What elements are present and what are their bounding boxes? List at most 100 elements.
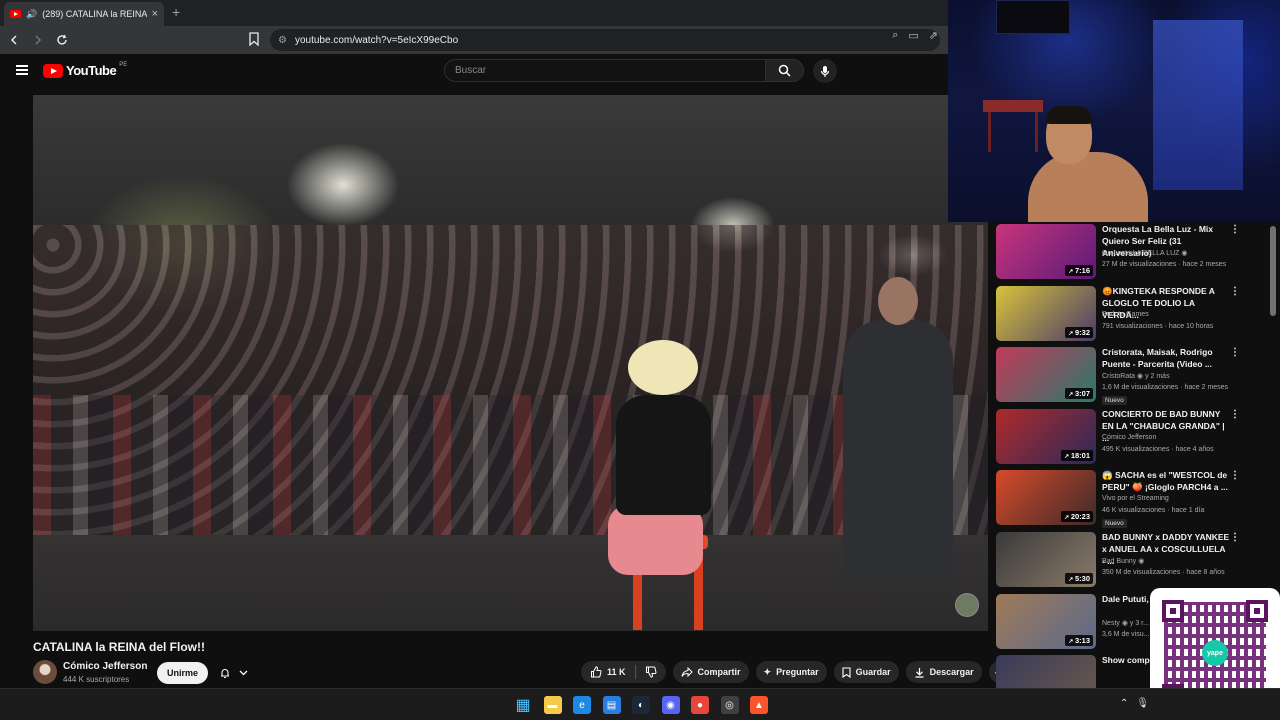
chevron-up-icon[interactable]: ⌃ bbox=[1120, 698, 1128, 709]
sidebar-scrollbar[interactable] bbox=[1270, 226, 1276, 316]
like-button[interactable]: 11 K bbox=[581, 661, 635, 683]
like-count: 11 K bbox=[607, 667, 626, 677]
kebab-menu-icon[interactable]: ⋮ bbox=[1230, 532, 1240, 543]
search-placeholder: Buscar bbox=[455, 65, 487, 76]
recommendation-meta: 27 M de visualizaciones · hace 2 meses bbox=[1102, 261, 1227, 268]
video-performer-legs bbox=[608, 505, 703, 575]
recommendation-thumbnail[interactable]: 7:16 bbox=[996, 224, 1096, 279]
new-badge: Nuevo bbox=[1102, 396, 1127, 406]
recommendation-meta: 350 M de visualizaciones · hace 8 años bbox=[1102, 568, 1225, 576]
store-icon[interactable]: ▤ bbox=[602, 696, 621, 714]
recommendation-thumbnail[interactable]: 5:30 bbox=[996, 531, 1096, 587]
join-button[interactable]: Unirme bbox=[157, 662, 209, 684]
chrome-icon[interactable]: ● bbox=[691, 696, 709, 714]
channel-name[interactable]: Cómico Jefferson bbox=[63, 661, 147, 672]
new-tab-button[interactable]: + bbox=[172, 4, 180, 20]
channel-avatar[interactable] bbox=[33, 660, 57, 684]
browser-tab[interactable]: 🔊 (289) CATALINA la REINA del Flow!! × bbox=[4, 2, 164, 26]
file-explorer-icon[interactable]: ▬ bbox=[543, 696, 562, 714]
windows-start-icon[interactable]: ▦ bbox=[514, 696, 532, 714]
recommendation-item[interactable]: 18:01CONCIERTO DE BAD BUNNY EN LA "CHABU… bbox=[996, 407, 1268, 469]
address-bar-actions: ⌕ ▭ ⇗ bbox=[892, 29, 938, 42]
recommendation-meta: 791 visualizaciones · hace 10 horas bbox=[1102, 322, 1214, 330]
brave-icon[interactable]: ▲ bbox=[750, 696, 768, 714]
ask-button[interactable]: ✦ Preguntar bbox=[755, 661, 827, 683]
youtube-header: YouTube PE Buscar bbox=[0, 54, 948, 88]
recommendation-thumbnail[interactable]: 18:01 bbox=[996, 408, 1096, 464]
video-duration: 9:32 bbox=[1065, 326, 1093, 338]
notifications-button[interactable] bbox=[210, 662, 256, 684]
recommendation-item[interactable]: 9:32😡KINGTEKA RESPONDE A GLOGLO TE DOLIO… bbox=[996, 284, 1268, 346]
recommendation-thumbnail[interactable]: 9:32 bbox=[996, 285, 1096, 341]
kebab-menu-icon[interactable]: ⋮ bbox=[1230, 286, 1240, 297]
channel-watermark[interactable] bbox=[955, 593, 979, 617]
recommendation-thumbnail[interactable]: 20:23 bbox=[996, 470, 1096, 526]
share-label: Compartir bbox=[697, 667, 741, 677]
webcam-overlay bbox=[948, 0, 1280, 222]
bookmark-icon[interactable] bbox=[247, 31, 261, 47]
video-duration: 3:13 bbox=[1065, 634, 1093, 646]
webcam-person bbox=[1028, 152, 1148, 222]
recommendation-channel[interactable]: Nesty ◉ y 3 r... bbox=[1102, 619, 1149, 627]
video-duration: 18:01 bbox=[1061, 449, 1093, 461]
voice-search-button[interactable] bbox=[813, 59, 837, 83]
kebab-menu-icon[interactable]: ⋮ bbox=[1230, 224, 1240, 235]
site-info-icon[interactable]: ⚙ bbox=[278, 35, 287, 46]
recommendation-title[interactable]: Cristorata, Maisak, Rodrigo Puente - Par… bbox=[1102, 346, 1230, 370]
recommendation-channel[interactable]: CristoRata ◉ y 2 más bbox=[1102, 372, 1170, 380]
webcam-table bbox=[983, 100, 1043, 112]
chevron-down-icon bbox=[239, 670, 247, 676]
video-player[interactable] bbox=[33, 95, 988, 631]
recommendation-title[interactable]: 😱 SACHA es el "WESTCOL de PERU" 🍑 ¡Glogl… bbox=[1102, 469, 1230, 493]
kebab-menu-icon[interactable]: ⋮ bbox=[1230, 347, 1240, 358]
back-icon[interactable] bbox=[4, 30, 24, 50]
edge-icon[interactable]: e bbox=[573, 696, 591, 714]
close-tab-icon[interactable]: × bbox=[152, 8, 158, 20]
recommendation-channel[interactable]: Cómico Jefferson bbox=[1102, 434, 1156, 441]
recommendation-item[interactable]: 3:07 Cristorata, Maisak, Rodrigo Puente -… bbox=[996, 345, 1268, 407]
dislike-button[interactable] bbox=[636, 661, 666, 683]
download-label: Descargar bbox=[929, 667, 974, 677]
reload-icon[interactable] bbox=[52, 30, 72, 50]
youtube-logo[interactable]: YouTube PE bbox=[43, 62, 127, 78]
recommendation-item[interactable]: 7:16Orquesta La Bella Luz - Mix Quiero S… bbox=[996, 222, 1268, 284]
menu-icon[interactable] bbox=[16, 65, 28, 75]
video-performer bbox=[616, 395, 711, 515]
obs-icon[interactable]: ◎ bbox=[720, 696, 739, 714]
recommendation-channel[interactable]: Vivo por el Streaming bbox=[1102, 495, 1169, 502]
share-button[interactable]: Compartir bbox=[672, 661, 749, 683]
save-label: Guardar bbox=[855, 667, 891, 677]
search-button[interactable] bbox=[766, 59, 804, 82]
cast-icon[interactable]: ▭ bbox=[908, 29, 918, 42]
bell-icon bbox=[220, 669, 229, 679]
yape-logo: yape bbox=[1202, 640, 1228, 666]
discord-icon[interactable]: ◉ bbox=[661, 696, 680, 714]
subscriber-count: 444 K suscriptores bbox=[63, 675, 130, 684]
recommendation-thumbnail[interactable]: 3:13 bbox=[996, 593, 1096, 649]
recommendation-channel[interactable]: Bad Bunny ◉ bbox=[1102, 557, 1144, 565]
share-icon[interactable]: ⇗ bbox=[929, 29, 938, 42]
ask-label: Preguntar bbox=[776, 667, 819, 677]
recommendation-meta: 495 K visualizaciones · hace 4 años bbox=[1102, 445, 1214, 453]
download-button[interactable]: Descargar bbox=[905, 661, 982, 683]
address-bar[interactable]: ⚙ youtube.com/watch?v=5eIcX99eCbo bbox=[270, 29, 940, 51]
video-man bbox=[843, 320, 953, 580]
forward-icon[interactable] bbox=[28, 30, 48, 50]
microphone-icon bbox=[820, 65, 830, 77]
recommendation-channel[interactable]: Orquesta LA BELLA LUZ ◉ bbox=[1102, 249, 1188, 257]
kebab-menu-icon[interactable]: ⋮ bbox=[1230, 470, 1240, 481]
recommendation-item[interactable]: 20:23 😱 SACHA es el "WESTCOL de PERU" 🍑 ¡… bbox=[996, 468, 1268, 530]
share-arrow-icon bbox=[681, 667, 693, 677]
recommendation-channel[interactable]: Budota Games bbox=[1102, 311, 1149, 318]
recommendation-thumbnail[interactable] bbox=[996, 655, 1096, 688]
zoom-icon[interactable]: ⌕ bbox=[892, 29, 898, 42]
recommendation-item[interactable]: 5:30BAD BUNNY x DADDY YANKEE x ANUEL AA … bbox=[996, 530, 1268, 592]
speaker-icon[interactable]: 🔊 bbox=[26, 9, 37, 20]
mic-tray-icon[interactable]: 🎙 bbox=[1136, 698, 1149, 709]
steam-icon[interactable]: ◐ bbox=[632, 696, 650, 714]
save-button[interactable]: Guardar bbox=[833, 661, 899, 683]
recommendation-thumbnail[interactable]: 3:07 bbox=[996, 347, 1096, 403]
search-input[interactable]: Buscar bbox=[444, 59, 766, 82]
kebab-menu-icon[interactable]: ⋮ bbox=[1230, 409, 1240, 420]
recommendation-meta: 1,6 M de visualizaciones · hace 2 meses bbox=[1102, 384, 1229, 392]
